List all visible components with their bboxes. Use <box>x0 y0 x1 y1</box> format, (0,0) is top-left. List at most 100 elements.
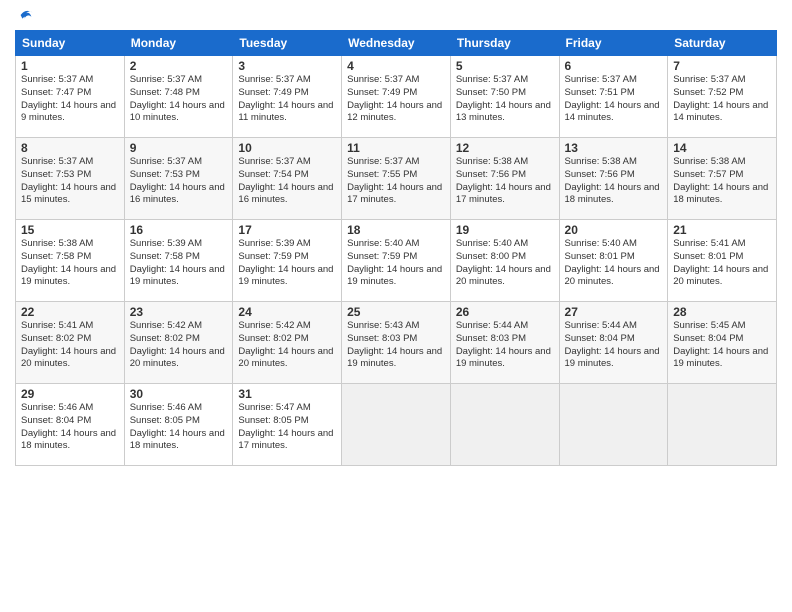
calendar-cell: 31Sunrise: 5:47 AMSunset: 8:05 PMDayligh… <box>233 384 342 466</box>
day-number: 9 <box>130 141 228 155</box>
day-info: Sunrise: 5:40 AMSunset: 8:00 PMDaylight:… <box>456 238 554 289</box>
day-info: Sunrise: 5:45 AMSunset: 8:04 PMDaylight:… <box>673 320 771 371</box>
calendar-week-row: 15Sunrise: 5:38 AMSunset: 7:58 PMDayligh… <box>16 220 777 302</box>
page: SundayMondayTuesdayWednesdayThursdayFrid… <box>0 0 792 476</box>
day-info: Sunrise: 5:42 AMSunset: 8:02 PMDaylight:… <box>130 320 228 371</box>
day-number: 8 <box>21 141 119 155</box>
calendar-cell: 26Sunrise: 5:44 AMSunset: 8:03 PMDayligh… <box>450 302 559 384</box>
day-number: 20 <box>565 223 663 237</box>
calendar-cell: 15Sunrise: 5:38 AMSunset: 7:58 PMDayligh… <box>16 220 125 302</box>
day-number: 23 <box>130 305 228 319</box>
calendar-cell: 4Sunrise: 5:37 AMSunset: 7:49 PMDaylight… <box>342 56 451 138</box>
column-header-saturday: Saturday <box>668 31 777 56</box>
day-number: 17 <box>238 223 336 237</box>
column-header-sunday: Sunday <box>16 31 125 56</box>
day-number: 27 <box>565 305 663 319</box>
calendar-cell: 9Sunrise: 5:37 AMSunset: 7:53 PMDaylight… <box>124 138 233 220</box>
header <box>15 10 777 24</box>
logo-icon <box>17 6 35 24</box>
calendar: SundayMondayTuesdayWednesdayThursdayFrid… <box>15 30 777 466</box>
day-info: Sunrise: 5:37 AMSunset: 7:53 PMDaylight:… <box>130 156 228 207</box>
calendar-cell <box>668 384 777 466</box>
calendar-cell: 27Sunrise: 5:44 AMSunset: 8:04 PMDayligh… <box>559 302 668 384</box>
day-number: 24 <box>238 305 336 319</box>
calendar-cell <box>559 384 668 466</box>
day-info: Sunrise: 5:37 AMSunset: 7:49 PMDaylight:… <box>347 74 445 125</box>
day-info: Sunrise: 5:37 AMSunset: 7:52 PMDaylight:… <box>673 74 771 125</box>
column-header-wednesday: Wednesday <box>342 31 451 56</box>
calendar-cell: 22Sunrise: 5:41 AMSunset: 8:02 PMDayligh… <box>16 302 125 384</box>
day-number: 10 <box>238 141 336 155</box>
calendar-cell: 29Sunrise: 5:46 AMSunset: 8:04 PMDayligh… <box>16 384 125 466</box>
column-header-friday: Friday <box>559 31 668 56</box>
day-number: 15 <box>21 223 119 237</box>
day-number: 30 <box>130 387 228 401</box>
calendar-week-row: 29Sunrise: 5:46 AMSunset: 8:04 PMDayligh… <box>16 384 777 466</box>
day-info: Sunrise: 5:38 AMSunset: 7:56 PMDaylight:… <box>456 156 554 207</box>
day-number: 4 <box>347 59 445 73</box>
calendar-cell: 13Sunrise: 5:38 AMSunset: 7:56 PMDayligh… <box>559 138 668 220</box>
day-number: 3 <box>238 59 336 73</box>
column-header-tuesday: Tuesday <box>233 31 342 56</box>
day-number: 1 <box>21 59 119 73</box>
day-info: Sunrise: 5:37 AMSunset: 7:55 PMDaylight:… <box>347 156 445 207</box>
day-number: 29 <box>21 387 119 401</box>
calendar-cell: 2Sunrise: 5:37 AMSunset: 7:48 PMDaylight… <box>124 56 233 138</box>
day-info: Sunrise: 5:41 AMSunset: 8:02 PMDaylight:… <box>21 320 119 371</box>
day-info: Sunrise: 5:38 AMSunset: 7:57 PMDaylight:… <box>673 156 771 207</box>
calendar-week-row: 8Sunrise: 5:37 AMSunset: 7:53 PMDaylight… <box>16 138 777 220</box>
day-info: Sunrise: 5:37 AMSunset: 7:53 PMDaylight:… <box>21 156 119 207</box>
day-info: Sunrise: 5:37 AMSunset: 7:48 PMDaylight:… <box>130 74 228 125</box>
day-info: Sunrise: 5:41 AMSunset: 8:01 PMDaylight:… <box>673 238 771 289</box>
day-number: 13 <box>565 141 663 155</box>
day-info: Sunrise: 5:37 AMSunset: 7:54 PMDaylight:… <box>238 156 336 207</box>
day-number: 19 <box>456 223 554 237</box>
day-number: 26 <box>456 305 554 319</box>
day-number: 6 <box>565 59 663 73</box>
calendar-cell: 5Sunrise: 5:37 AMSunset: 7:50 PMDaylight… <box>450 56 559 138</box>
calendar-cell: 3Sunrise: 5:37 AMSunset: 7:49 PMDaylight… <box>233 56 342 138</box>
day-number: 18 <box>347 223 445 237</box>
calendar-cell: 24Sunrise: 5:42 AMSunset: 8:02 PMDayligh… <box>233 302 342 384</box>
day-info: Sunrise: 5:38 AMSunset: 7:58 PMDaylight:… <box>21 238 119 289</box>
calendar-cell <box>450 384 559 466</box>
column-header-thursday: Thursday <box>450 31 559 56</box>
calendar-week-row: 22Sunrise: 5:41 AMSunset: 8:02 PMDayligh… <box>16 302 777 384</box>
day-number: 12 <box>456 141 554 155</box>
column-header-monday: Monday <box>124 31 233 56</box>
day-info: Sunrise: 5:43 AMSunset: 8:03 PMDaylight:… <box>347 320 445 371</box>
calendar-cell: 18Sunrise: 5:40 AMSunset: 7:59 PMDayligh… <box>342 220 451 302</box>
day-info: Sunrise: 5:47 AMSunset: 8:05 PMDaylight:… <box>238 402 336 453</box>
calendar-cell: 30Sunrise: 5:46 AMSunset: 8:05 PMDayligh… <box>124 384 233 466</box>
day-info: Sunrise: 5:37 AMSunset: 7:51 PMDaylight:… <box>565 74 663 125</box>
calendar-cell: 21Sunrise: 5:41 AMSunset: 8:01 PMDayligh… <box>668 220 777 302</box>
calendar-cell: 11Sunrise: 5:37 AMSunset: 7:55 PMDayligh… <box>342 138 451 220</box>
day-number: 11 <box>347 141 445 155</box>
calendar-cell: 17Sunrise: 5:39 AMSunset: 7:59 PMDayligh… <box>233 220 342 302</box>
calendar-cell: 28Sunrise: 5:45 AMSunset: 8:04 PMDayligh… <box>668 302 777 384</box>
day-info: Sunrise: 5:42 AMSunset: 8:02 PMDaylight:… <box>238 320 336 371</box>
calendar-cell <box>342 384 451 466</box>
calendar-cell: 16Sunrise: 5:39 AMSunset: 7:58 PMDayligh… <box>124 220 233 302</box>
day-info: Sunrise: 5:46 AMSunset: 8:04 PMDaylight:… <box>21 402 119 453</box>
calendar-cell: 8Sunrise: 5:37 AMSunset: 7:53 PMDaylight… <box>16 138 125 220</box>
day-number: 2 <box>130 59 228 73</box>
day-info: Sunrise: 5:37 AMSunset: 7:47 PMDaylight:… <box>21 74 119 125</box>
calendar-cell: 23Sunrise: 5:42 AMSunset: 8:02 PMDayligh… <box>124 302 233 384</box>
day-info: Sunrise: 5:46 AMSunset: 8:05 PMDaylight:… <box>130 402 228 453</box>
day-info: Sunrise: 5:39 AMSunset: 7:59 PMDaylight:… <box>238 238 336 289</box>
calendar-cell: 6Sunrise: 5:37 AMSunset: 7:51 PMDaylight… <box>559 56 668 138</box>
day-info: Sunrise: 5:44 AMSunset: 8:03 PMDaylight:… <box>456 320 554 371</box>
calendar-cell: 7Sunrise: 5:37 AMSunset: 7:52 PMDaylight… <box>668 56 777 138</box>
day-info: Sunrise: 5:40 AMSunset: 7:59 PMDaylight:… <box>347 238 445 289</box>
calendar-cell: 1Sunrise: 5:37 AMSunset: 7:47 PMDaylight… <box>16 56 125 138</box>
day-number: 25 <box>347 305 445 319</box>
day-number: 5 <box>456 59 554 73</box>
day-info: Sunrise: 5:40 AMSunset: 8:01 PMDaylight:… <box>565 238 663 289</box>
calendar-header-row: SundayMondayTuesdayWednesdayThursdayFrid… <box>16 31 777 56</box>
day-info: Sunrise: 5:38 AMSunset: 7:56 PMDaylight:… <box>565 156 663 207</box>
calendar-cell: 14Sunrise: 5:38 AMSunset: 7:57 PMDayligh… <box>668 138 777 220</box>
logo <box>15 14 35 24</box>
day-info: Sunrise: 5:37 AMSunset: 7:50 PMDaylight:… <box>456 74 554 125</box>
calendar-week-row: 1Sunrise: 5:37 AMSunset: 7:47 PMDaylight… <box>16 56 777 138</box>
